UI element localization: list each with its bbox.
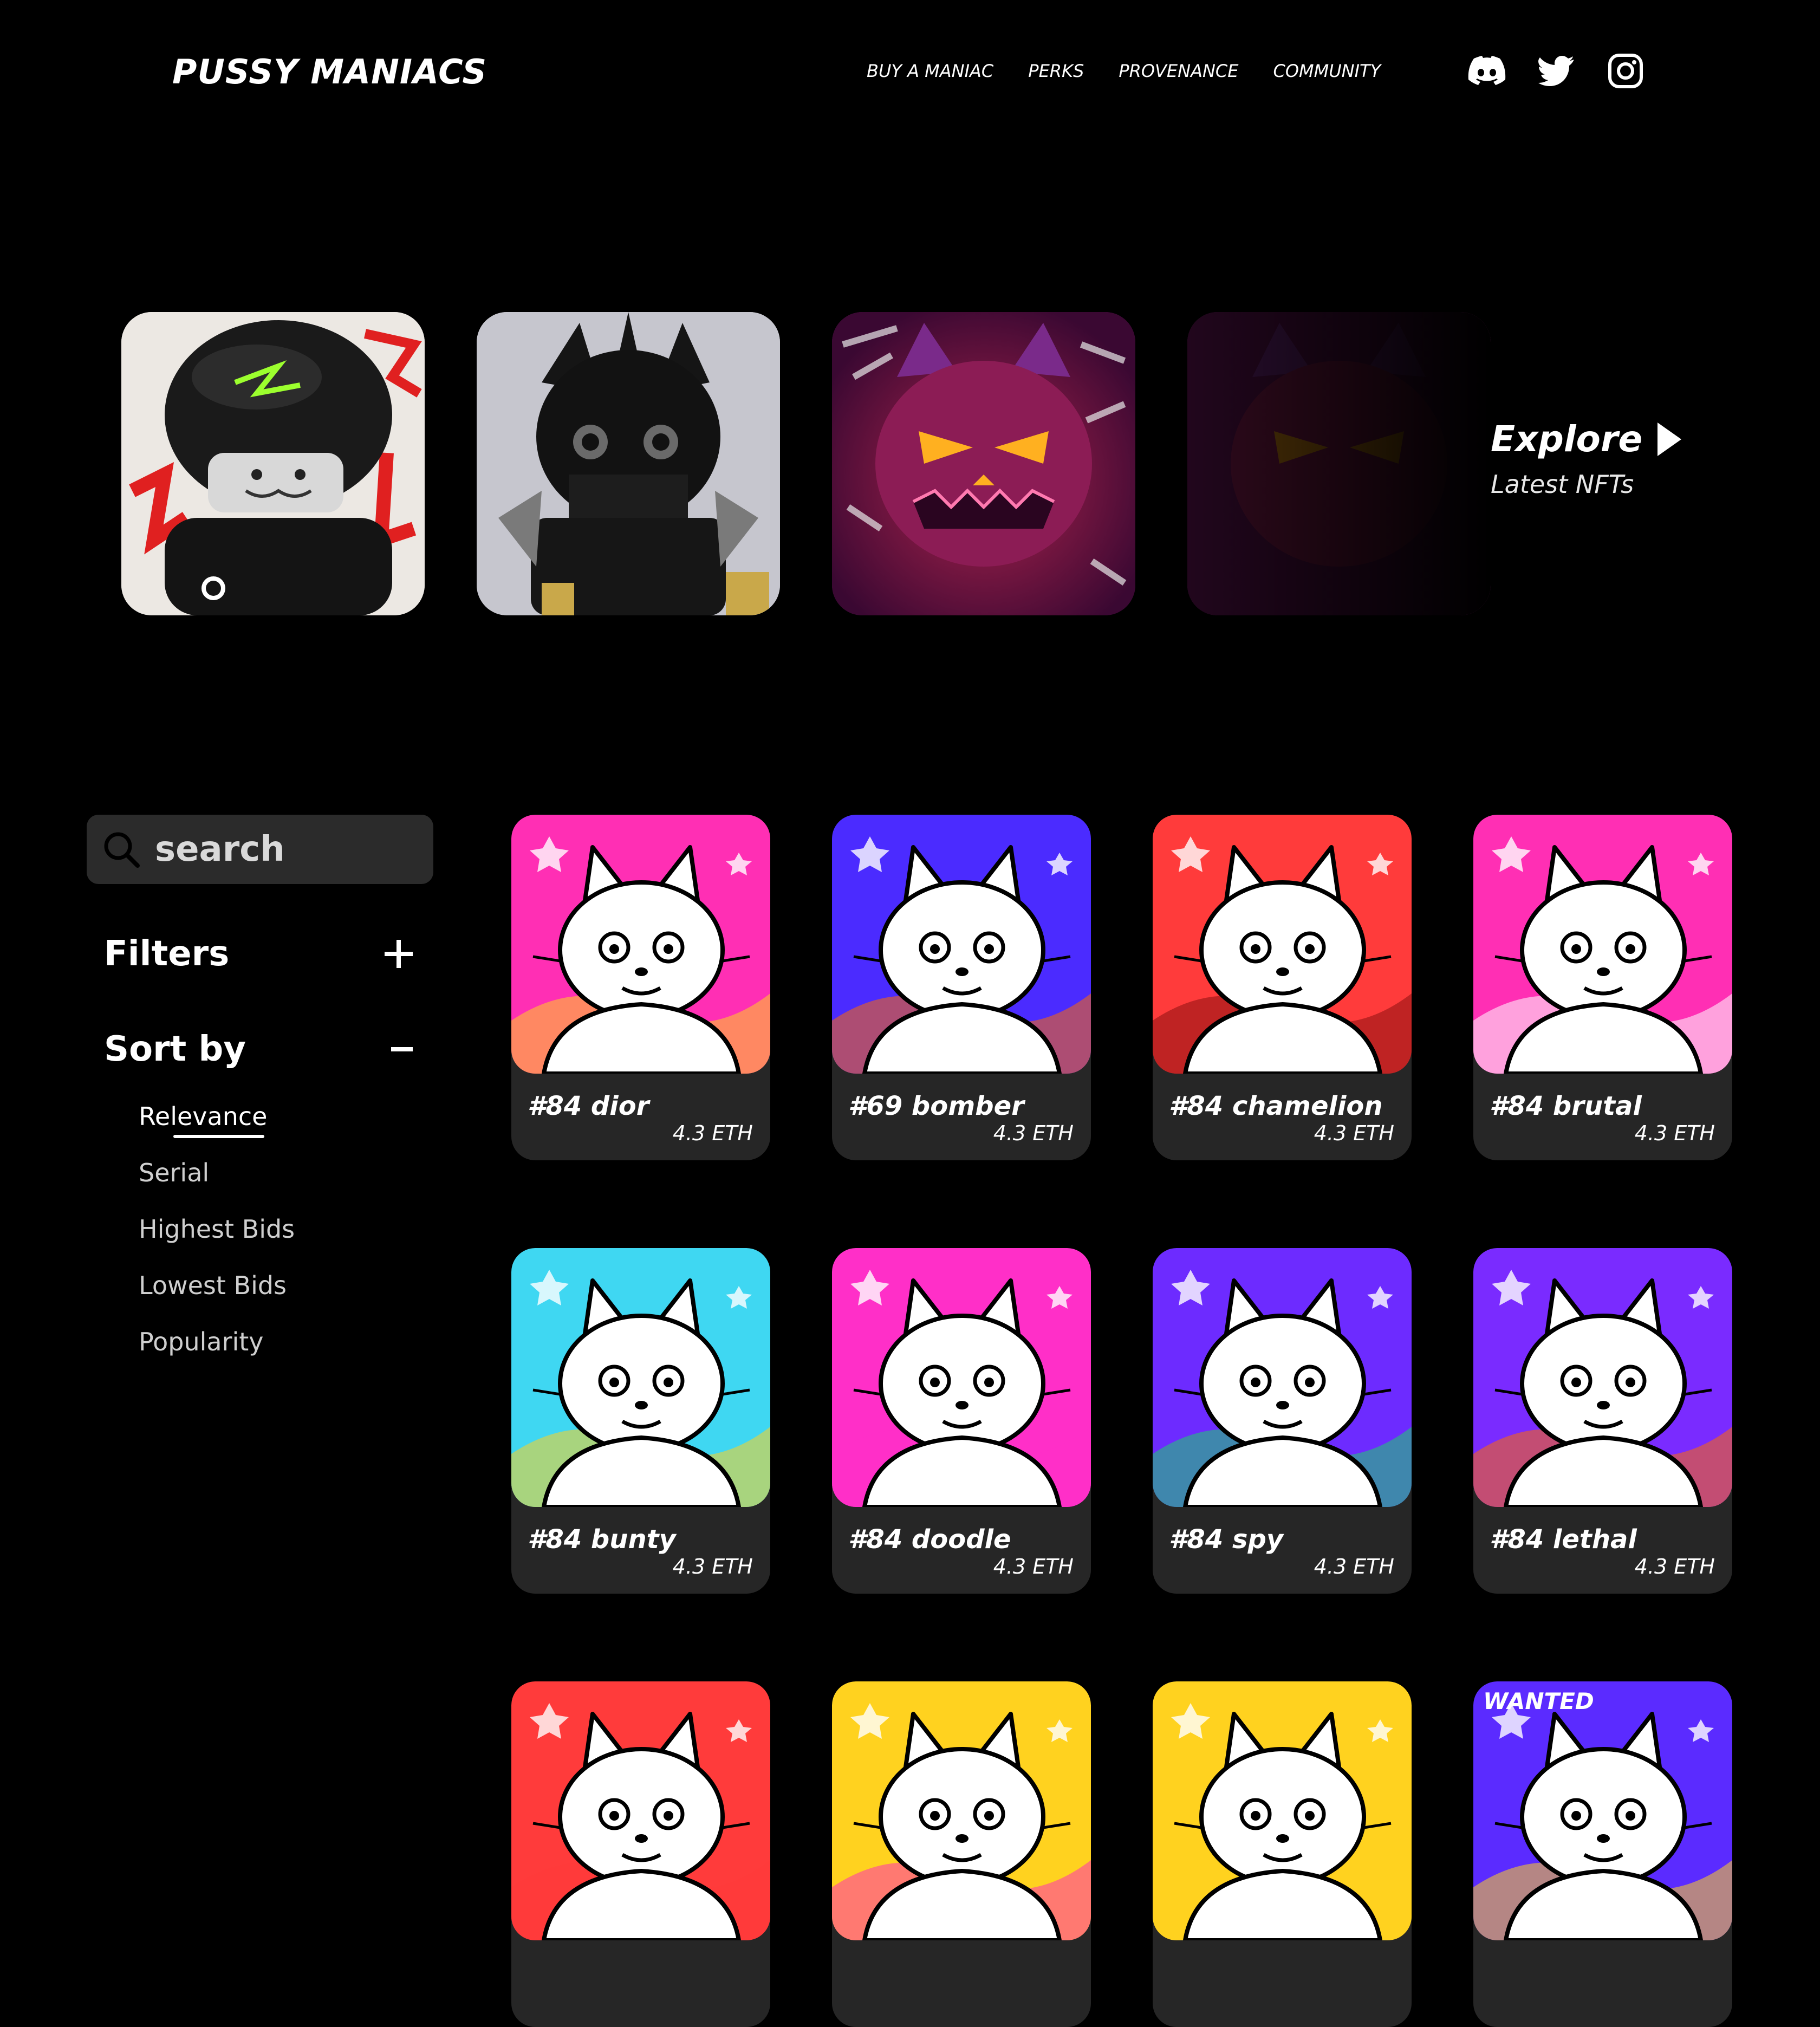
filters-section[interactable]: Filters	[104, 934, 413, 974]
filters-label: Filters	[104, 934, 230, 974]
nft-price: 4.3 ETH	[1634, 1555, 1715, 1578]
discord-icon[interactable]	[1468, 52, 1506, 90]
nft-cat-artwork	[832, 1681, 1091, 1940]
explore-subtitle: Latest NFTs	[1491, 470, 1634, 499]
nft-card[interactable]: #84 bunty 4.3 ETH	[511, 1248, 770, 1594]
wanted-label: WANTED	[1483, 1688, 1594, 1714]
nft-card[interactable]: WANTED	[1473, 1681, 1732, 2027]
nft-card[interactable]: #84 dior 4.3 ETH	[511, 815, 770, 1160]
pumpkin-cat-nft	[832, 312, 1135, 615]
main-nav: BUY A MANIAC PERKS PROVENANCE COMMUNITY	[867, 61, 1415, 81]
nft-price: 4.3 ETH	[1634, 1121, 1715, 1145]
nft-card[interactable]: #84 brutal 4.3 ETH	[1473, 815, 1732, 1160]
nft-cat-artwork	[511, 1248, 770, 1507]
search-icon	[104, 832, 140, 868]
sort-option-popularity[interactable]: Popularity	[139, 1327, 264, 1356]
nft-cat-artwork	[1473, 815, 1732, 1074]
robocat-helmet-nft	[121, 312, 425, 615]
nft-cat-artwork	[1473, 1248, 1732, 1507]
nft-cat-artwork	[1153, 815, 1412, 1074]
carousel-card-black-knight[interactable]	[477, 312, 780, 615]
nft-card[interactable]: #84 spy 4.3 ETH	[1153, 1248, 1412, 1594]
sort-option-serial[interactable]: Serial	[139, 1158, 209, 1187]
nft-name: #84 brutal	[1490, 1091, 1642, 1121]
pumpkin-cat-faded-nft	[1187, 312, 1491, 615]
site-logo[interactable]: PUSSY MANIACS	[172, 52, 487, 92]
sort-section[interactable]: Sort by	[104, 1029, 413, 1069]
nft-price: 4.3 ETH	[672, 1555, 753, 1578]
social-links	[1468, 52, 1644, 90]
nft-card[interactable]: #69 bomber 4.3 ETH	[832, 815, 1091, 1160]
sort-label: Sort by	[104, 1029, 246, 1069]
nft-card[interactable]	[832, 1681, 1091, 2027]
nft-price: 4.3 ETH	[1314, 1555, 1394, 1578]
nft-card[interactable]: #84 doodle 4.3 ETH	[832, 1248, 1091, 1594]
instagram-icon[interactable]	[1607, 52, 1644, 90]
sort-option-relevance[interactable]: Relevance	[139, 1102, 267, 1131]
black-knight-cat-nft	[477, 312, 780, 615]
explore-link[interactable]: Explore Latest NFTs	[1491, 418, 1682, 499]
nft-cat-artwork	[832, 815, 1091, 1074]
nft-price: 4.3 ETH	[1314, 1121, 1394, 1145]
carousel-card-pumpkin[interactable]	[832, 312, 1135, 615]
nft-name: #84 dior	[528, 1091, 649, 1121]
nft-cat-artwork	[1153, 1681, 1412, 1940]
nav-perks[interactable]: PERKS	[1028, 61, 1084, 81]
sort-option-highest-bids[interactable]: Highest Bids	[139, 1214, 295, 1244]
nft-cat-artwork	[511, 1681, 770, 1940]
nav-community[interactable]: COMMUNITY	[1273, 61, 1381, 81]
search-box[interactable]	[87, 815, 433, 884]
nft-name: #84 doodle	[848, 1524, 1011, 1555]
nft-price: 4.3 ETH	[993, 1555, 1074, 1578]
twitter-icon[interactable]	[1537, 52, 1575, 90]
nft-name: #84 chamelion	[1169, 1091, 1383, 1121]
nft-name: #84 spy	[1169, 1524, 1284, 1555]
nft-card[interactable]	[1153, 1681, 1412, 2027]
nft-name: #69 bomber	[848, 1091, 1024, 1121]
play-arrow-icon[interactable]	[1658, 422, 1682, 456]
nft-cat-artwork	[1473, 1681, 1732, 1940]
nft-card[interactable]: #84 lethal 4.3 ETH	[1473, 1248, 1732, 1594]
minus-icon[interactable]	[391, 1035, 413, 1063]
carousel-card-pumpkin-faded[interactable]	[1187, 312, 1491, 615]
active-sort-underline	[173, 1135, 264, 1138]
nft-name: #84 bunty	[528, 1524, 676, 1555]
plus-icon[interactable]	[385, 940, 413, 968]
nft-price: 4.3 ETH	[993, 1121, 1074, 1145]
nft-cat-artwork	[511, 815, 770, 1074]
nft-price: 4.3 ETH	[672, 1121, 753, 1145]
nft-cat-artwork	[1153, 1248, 1412, 1507]
search-input[interactable]	[154, 829, 416, 870]
nav-provenance[interactable]: PROVENANCE	[1119, 61, 1238, 81]
carousel-card-robocat[interactable]	[121, 312, 425, 615]
explore-title[interactable]: Explore	[1491, 418, 1642, 460]
nav-buy-a-maniac[interactable]: BUY A MANIAC	[867, 61, 993, 81]
nft-name: #84 lethal	[1490, 1524, 1637, 1555]
nft-card[interactable]: #84 chamelion 4.3 ETH	[1153, 815, 1412, 1160]
sort-option-lowest-bids[interactable]: Lowest Bids	[139, 1271, 287, 1300]
nft-cat-artwork	[832, 1248, 1091, 1507]
nft-card[interactable]	[511, 1681, 770, 2027]
